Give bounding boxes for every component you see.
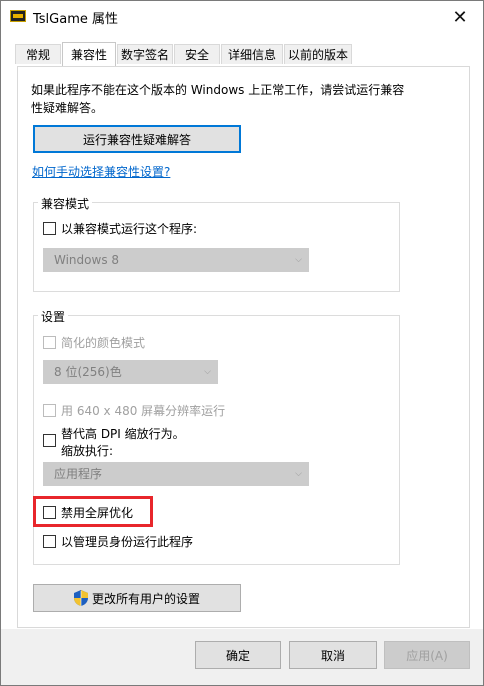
tab-general[interactable]: 常规 [15,44,61,64]
tab-digital-signatures[interactable]: 数字签名 [117,44,173,64]
properties-dialog: TslGame 属性 ✕ 常规 兼容性 数字签名 安全 详细信息 以前的版本 如… [0,0,484,686]
close-icon: ✕ [452,6,468,28]
compat-mode-select[interactable]: Windows 8 ⌵ [43,248,309,272]
compat-mode-checkbox[interactable]: 以兼容模式运行这个程序: [43,220,197,237]
dpi-scaling-label: 缩放执行: [61,444,114,458]
window-title: TslGame 属性 [33,12,119,27]
cancel-button[interactable]: 取消 [289,641,377,669]
checkbox-icon [43,535,56,548]
change-all-users-label: 更改所有用户的设置 [91,591,200,606]
color-depth-select[interactable]: 8 位(256)色 ⌵ [43,360,218,384]
dpi-override-checkbox[interactable]: 替代高 DPI 缩放行为。 缩放执行: [43,426,185,460]
apply-button[interactable]: 应用(A) [384,641,470,669]
dpi-override-label: 替代高 DPI 缩放行为。 [61,427,185,441]
reduced-color-checkbox[interactable]: 简化的颜色模式 [43,334,145,351]
low-resolution-label: 用 640 x 480 屏幕分辨率运行 [61,404,226,418]
compat-mode-label: 以兼容模式运行这个程序: [61,222,198,236]
app-icon [10,10,26,22]
tab-compatibility[interactable]: 兼容性 [62,42,116,66]
checkbox-icon [43,336,56,349]
run-as-admin-checkbox[interactable]: 以管理员身份运行此程序 [43,533,193,550]
close-button[interactable]: ✕ [437,1,483,33]
compat-mode-group [33,202,400,292]
tab-previous-versions[interactable]: 以前的版本 [284,44,352,64]
ok-button[interactable]: 确定 [195,641,281,669]
manual-settings-link[interactable]: 如何手动选择兼容性设置? [32,163,170,180]
troubleshoot-button[interactable]: 运行兼容性疑难解答 [33,125,241,153]
low-resolution-checkbox[interactable]: 用 640 x 480 屏幕分辨率运行 [43,402,225,419]
chevron-down-icon: ⌵ [204,367,211,377]
color-depth-value: 8 位(256)色 [54,365,122,379]
red-highlight-box [33,496,153,527]
compat-mode-value: Windows 8 [54,253,120,267]
chevron-down-icon: ⌵ [295,255,302,265]
checkbox-icon [43,434,56,447]
uac-shield-icon [73,590,88,606]
checkbox-icon [43,222,56,235]
title-bar: TslGame 属性 ✕ [1,1,483,33]
settings-title: 设置 [38,308,69,325]
description-text: 如果此程序不能在这个版本的 Windows 上正常工作，请尝试运行兼容性疑难解答… [31,83,405,115]
compat-mode-title: 兼容模式 [38,195,93,212]
dpi-scaling-value: 应用程序 [54,467,103,481]
change-all-users-button[interactable]: 更改所有用户的设置 [33,584,241,612]
checkbox-icon [43,404,56,417]
tab-details[interactable]: 详细信息 [221,44,283,64]
reduced-color-label: 简化的颜色模式 [61,336,146,350]
tab-security[interactable]: 安全 [174,44,220,64]
dpi-scaling-select[interactable]: 应用程序 ⌵ [43,462,309,486]
chevron-down-icon: ⌵ [295,469,302,479]
run-as-admin-label: 以管理员身份运行此程序 [61,535,194,549]
